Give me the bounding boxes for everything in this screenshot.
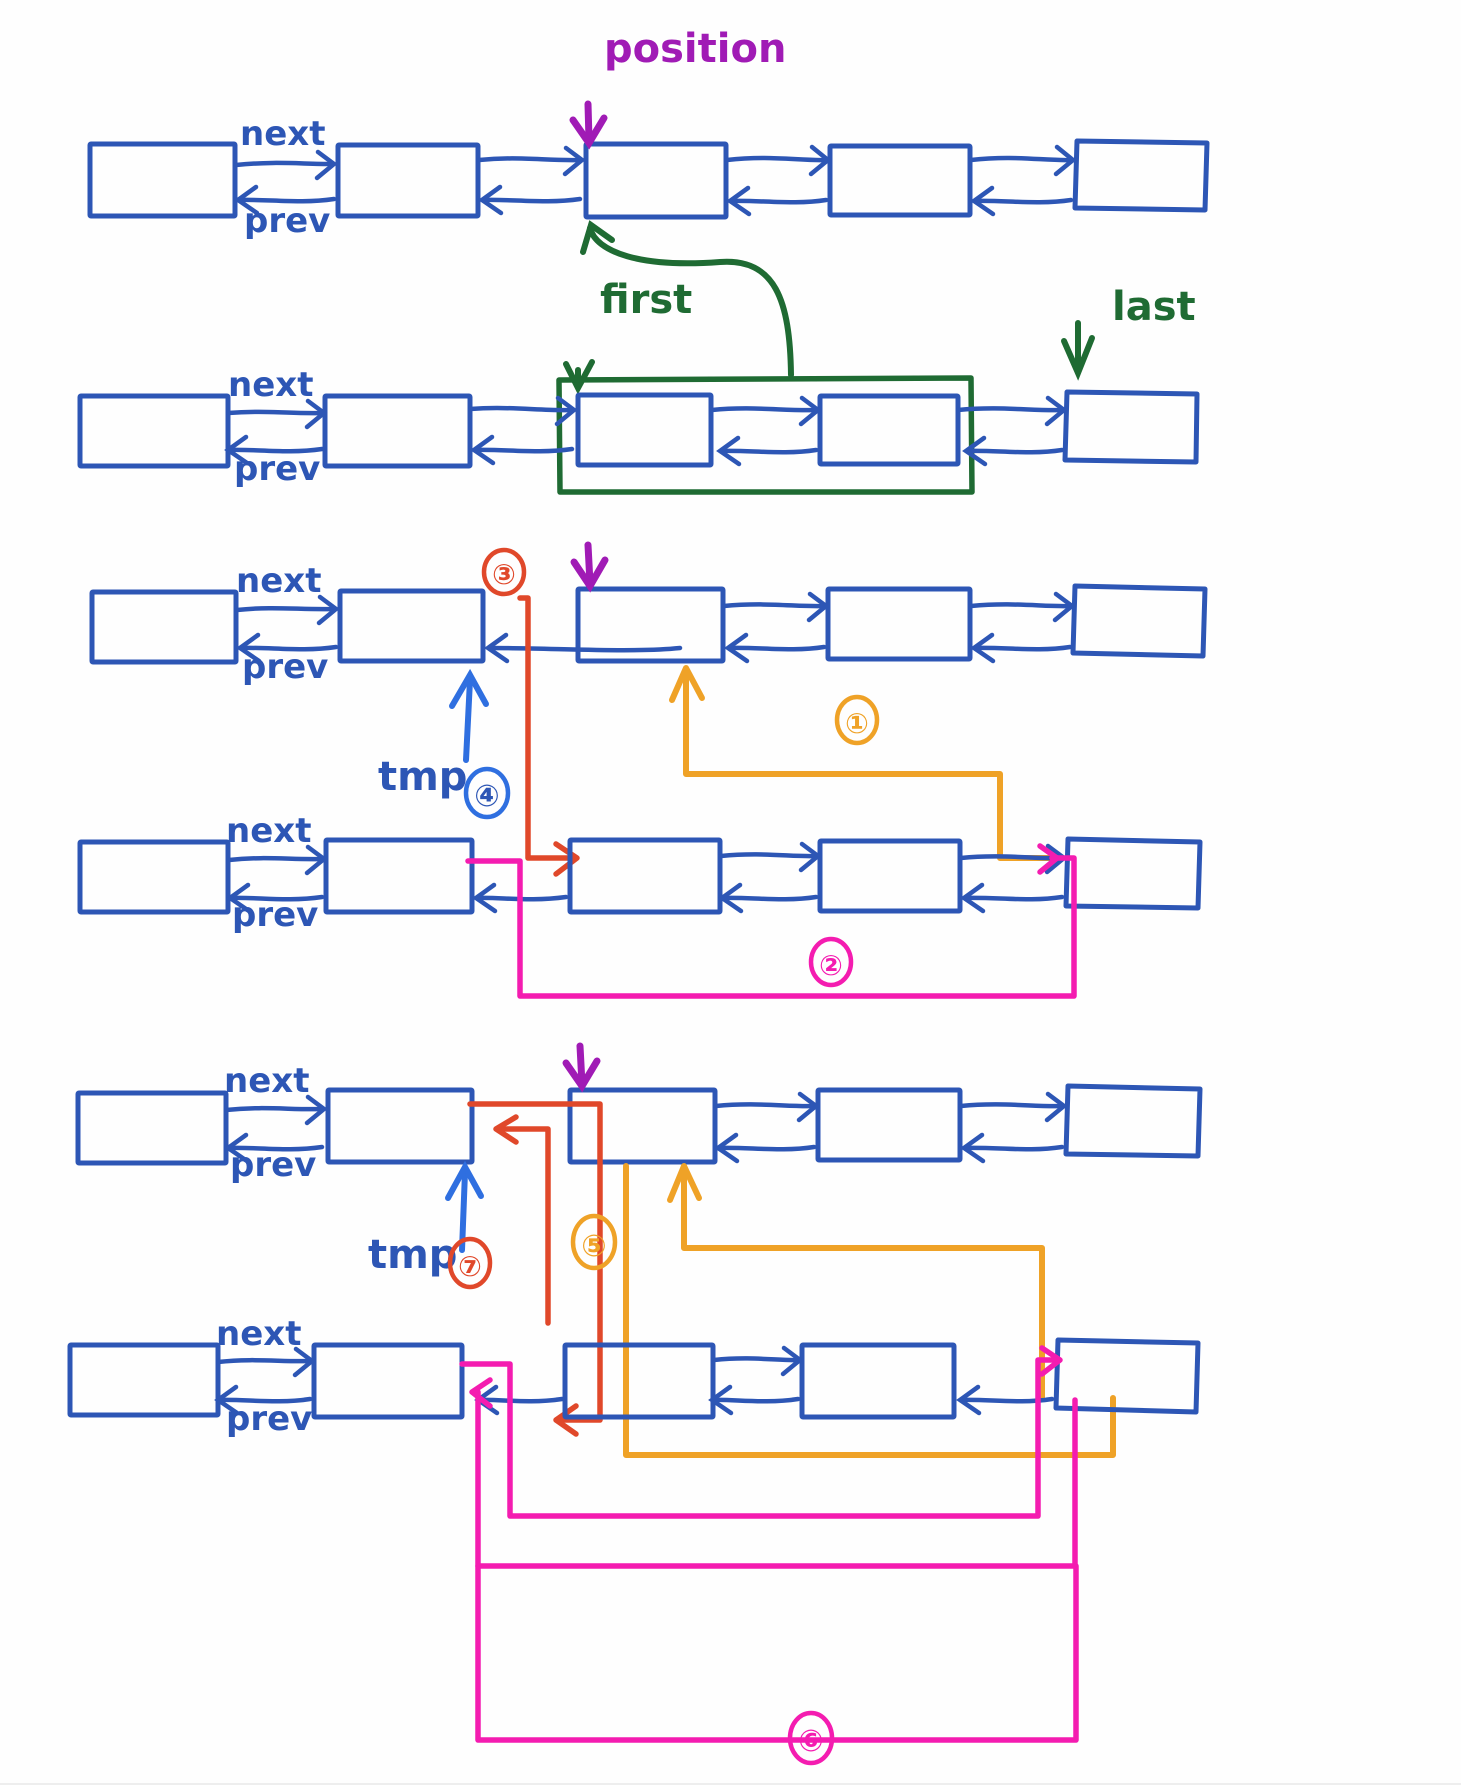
row-6-next-label: next: [216, 1314, 301, 1354]
row-6-layer: next prev ⑥: [67, 1314, 1201, 1766]
step-6-outer-wrap: [475, 1563, 1079, 1743]
row-6-prev-label: prev: [226, 1399, 312, 1439]
row-6-prev-arrows: [214, 1384, 1055, 1416]
step-6-magenta-path: [459, 1345, 1078, 1569]
whiteboard-canvas: next prev position first last next prev …: [0, 0, 1461, 1785]
